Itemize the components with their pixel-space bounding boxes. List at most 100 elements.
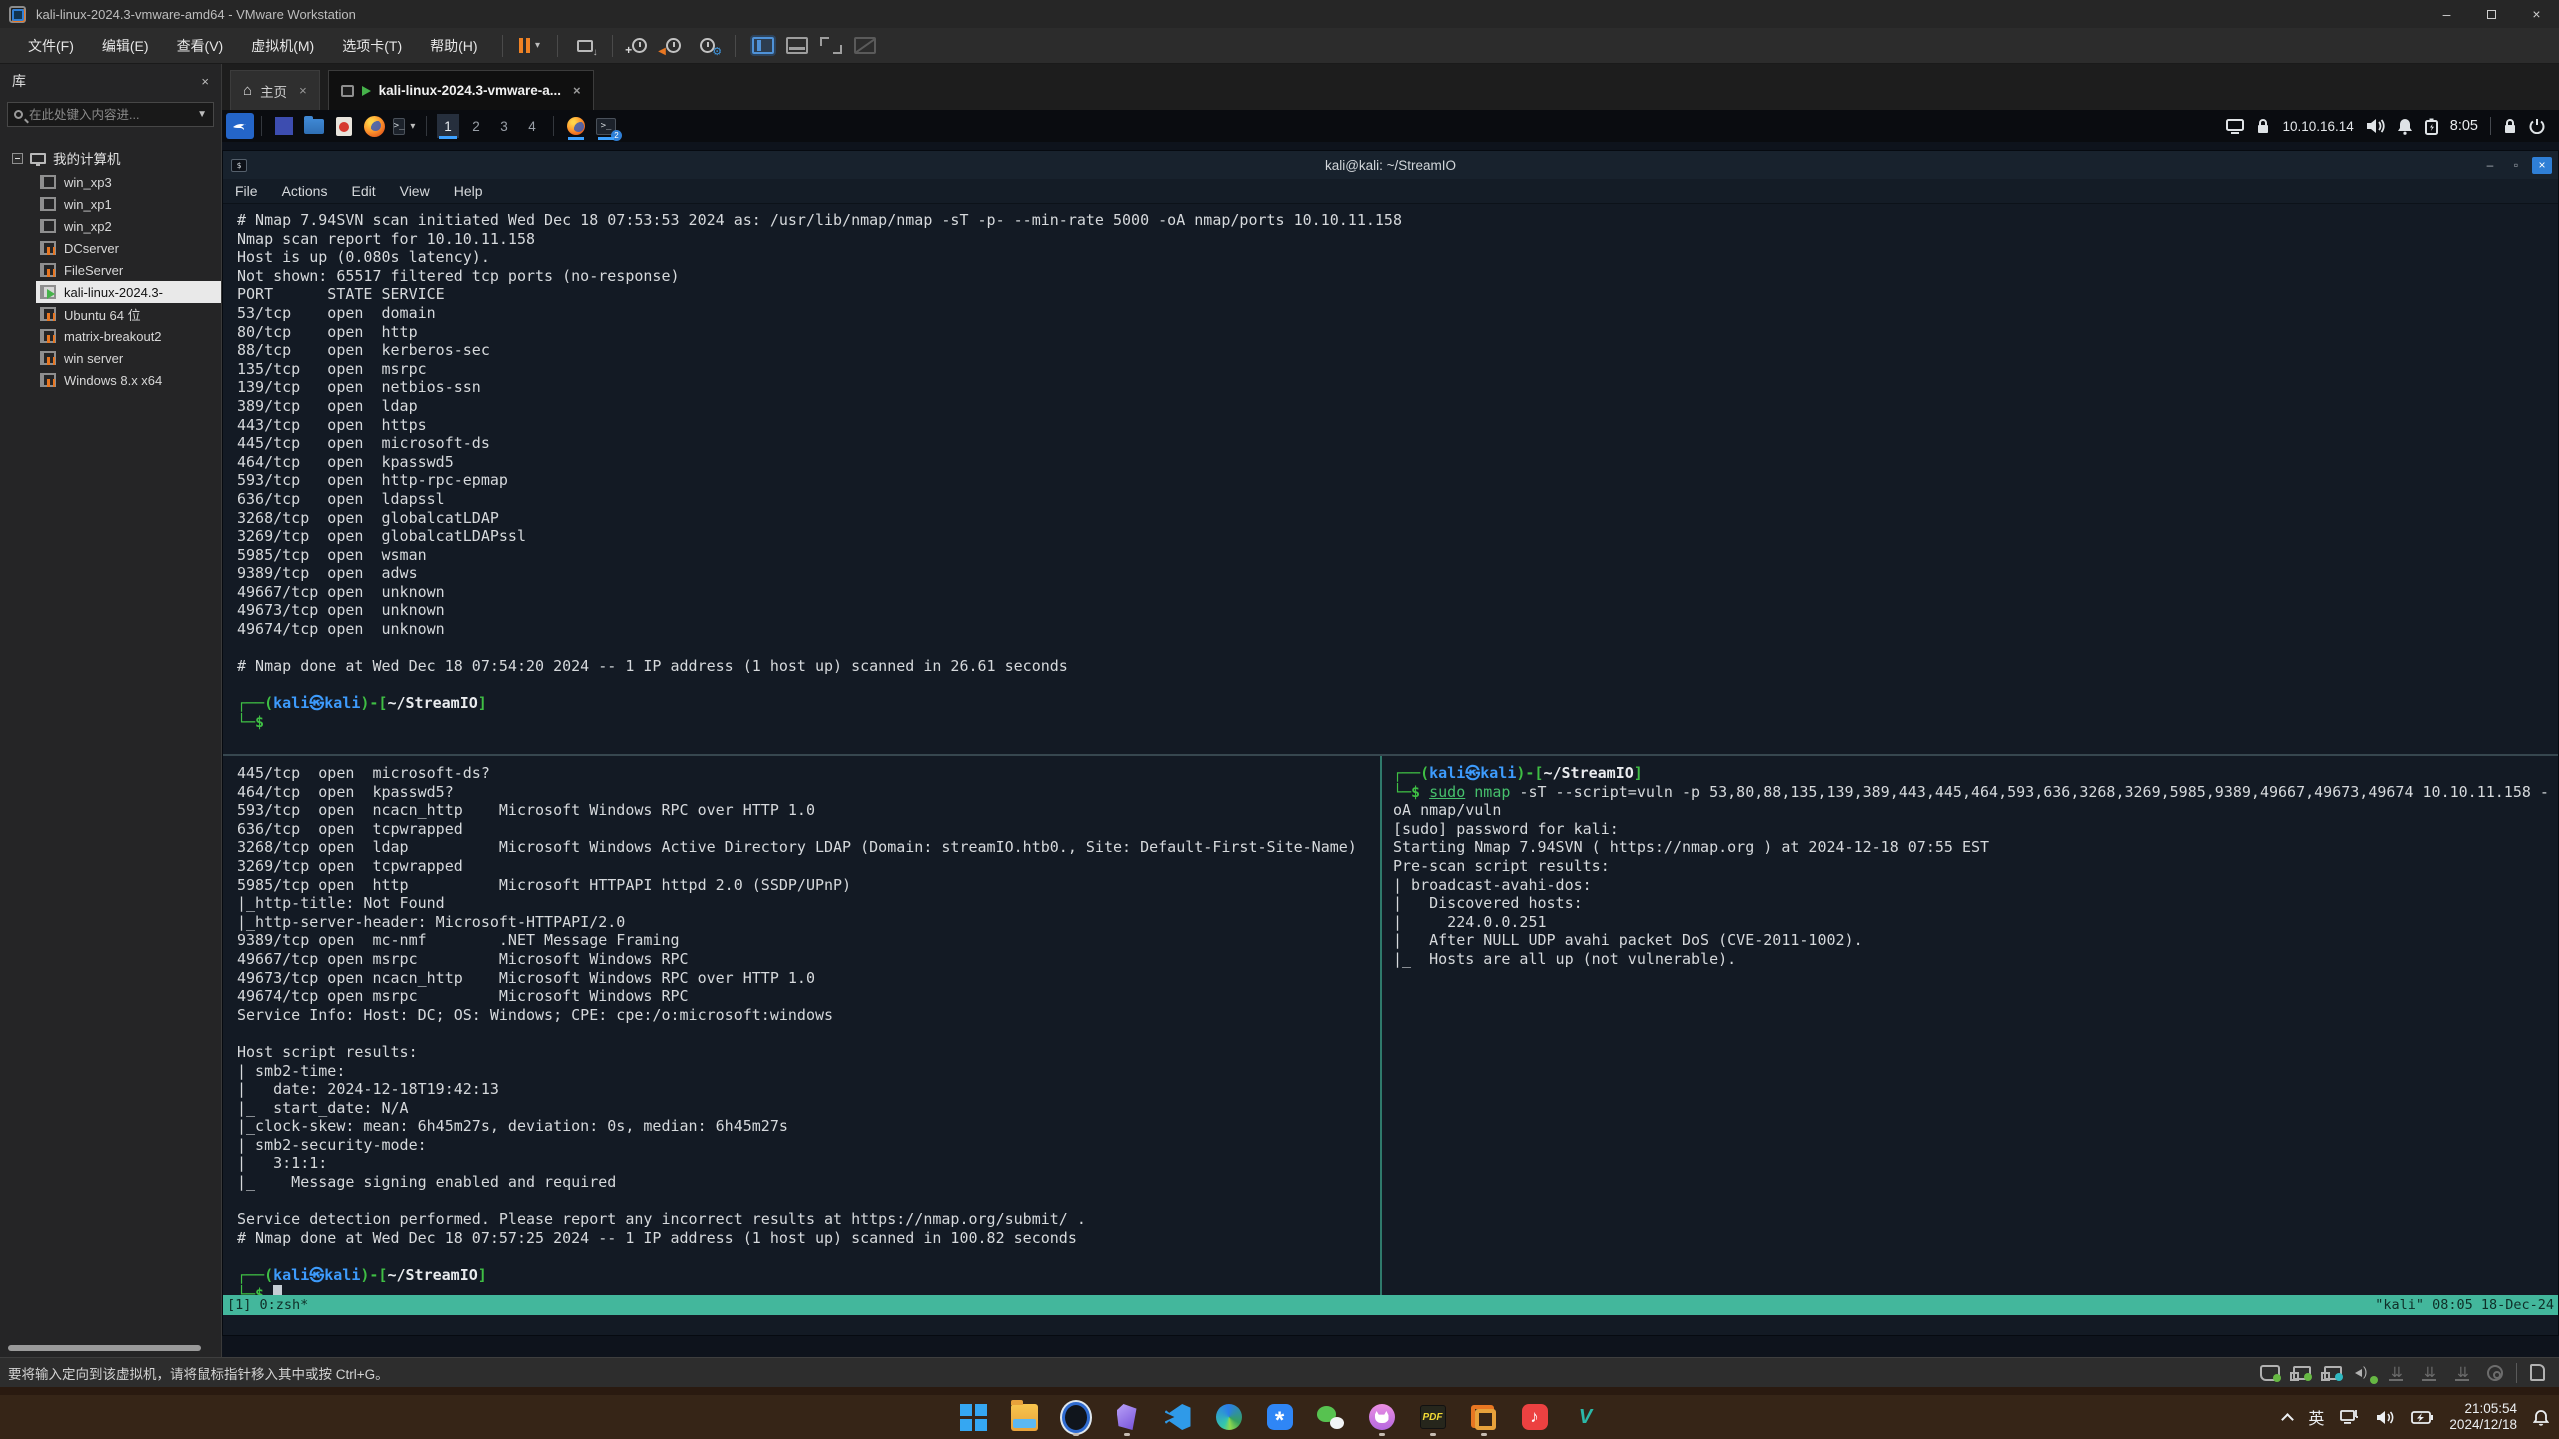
workspace-1[interactable]: 1 xyxy=(437,114,459,138)
battery-icon[interactable] xyxy=(2425,118,2438,135)
close-button[interactable]: × xyxy=(2514,0,2559,28)
app-launcher-icon[interactable] xyxy=(273,115,295,137)
vm-list-item-win_xp2[interactable]: win_xp2 xyxy=(0,215,221,237)
usb-device-icon[interactable] xyxy=(2454,1365,2474,1381)
vm-console-screen[interactable]: IIS Windows ServerKali Linux Kali Tools … xyxy=(222,110,2559,1357)
tab-close-icon[interactable]: × xyxy=(573,83,581,98)
terminal-minimize-button[interactable]: – xyxy=(2480,157,2500,174)
tree-root-my-computer[interactable]: 我的计算机 xyxy=(0,145,221,171)
file-manager-icon[interactable] xyxy=(303,115,325,137)
taskbar-firefox-window[interactable] xyxy=(565,115,587,137)
tmux-pane-top[interactable]: # Nmap 7.94SVN scan initiated Wed Dec 18… xyxy=(223,204,2558,747)
network-icon[interactable] xyxy=(2226,119,2244,134)
terminal-menu-view[interactable]: View xyxy=(400,183,430,199)
tab-home[interactable]: ⌂ 主页 × xyxy=(230,70,320,110)
pdf-reader-button[interactable]: PDF xyxy=(1418,1399,1448,1435)
vpn-ip-address[interactable]: 10.10.16.14 xyxy=(2282,119,2353,134)
tmux-pane-bottom-left[interactable]: 445/tcp open microsoft-ds?464/tcp open k… xyxy=(223,756,1379,1315)
chevron-down-icon[interactable]: ▼ xyxy=(197,109,207,120)
tray-notifications-icon[interactable] xyxy=(2533,1409,2549,1426)
cdrom-status-icon[interactable] xyxy=(2487,1365,2503,1381)
library-search[interactable]: ▼ xyxy=(7,102,214,127)
vm-list-item-Ubuntu_64__[interactable]: Ubuntu 64 位 xyxy=(0,303,221,325)
manage-snapshots-button[interactable] xyxy=(693,31,723,61)
vmware-menu-item-5[interactable]: 帮助(H) xyxy=(416,28,491,64)
vm-list-item-FileServer[interactable]: FileServer xyxy=(0,259,221,281)
usb-device-icon[interactable] xyxy=(2421,1365,2441,1381)
panel-clock[interactable]: 8:05 xyxy=(2450,118,2478,134)
unity-mode-button[interactable] xyxy=(850,31,880,61)
search-input[interactable] xyxy=(29,108,191,122)
maximize-button[interactable] xyxy=(2469,0,2514,28)
tab-kali-vm[interactable]: kali-linux-2024.3-vmware-a... × xyxy=(328,70,594,110)
vm-list-item-win_server[interactable]: win server xyxy=(0,347,221,369)
terminal-window[interactable]: $ kali@kali: ~/StreamIO – ▫ × File Action… xyxy=(222,150,2559,1336)
cat-app-button[interactable] xyxy=(1367,1399,1397,1435)
sidebar-horizontal-scrollbar[interactable] xyxy=(8,1345,201,1351)
suspend-vm-button[interactable]: ▾ xyxy=(515,31,545,61)
tray-clock[interactable]: 21:05:54 2024/12/18 xyxy=(2449,1401,2517,1433)
vm-list-item-Windows_8_x_x64[interactable]: Windows 8.x x64 xyxy=(0,369,221,391)
hard-disk-status-icon[interactable] xyxy=(2260,1365,2280,1381)
workspace-4[interactable]: 4 xyxy=(521,114,543,138)
take-snapshot-button[interactable] xyxy=(625,31,655,61)
toggle-thumbnail-bar-button[interactable] xyxy=(782,31,812,61)
workspace-3[interactable]: 3 xyxy=(493,114,515,138)
terminal-menu-actions[interactable]: Actions xyxy=(282,183,328,199)
terminal-menu-edit[interactable]: Edit xyxy=(351,183,375,199)
fullscreen-button[interactable] xyxy=(816,31,846,61)
tab-close-icon[interactable]: × xyxy=(299,83,307,98)
obsidian-button[interactable] xyxy=(1112,1399,1142,1435)
vscode-button[interactable] xyxy=(1163,1399,1193,1435)
text-editor-icon[interactable] xyxy=(333,115,355,137)
vmware-workstation-button[interactable] xyxy=(1469,1399,1499,1435)
browser-button[interactable] xyxy=(1061,1399,1091,1435)
message-log-icon[interactable] xyxy=(2530,1364,2545,1381)
network-adapter-icon[interactable] xyxy=(2293,1366,2311,1380)
edge-button[interactable] xyxy=(1214,1399,1244,1435)
tray-volume-icon[interactable] xyxy=(2376,1410,2395,1425)
workspace-2[interactable]: 2 xyxy=(465,114,487,138)
netease-music-button[interactable]: ♪ xyxy=(1520,1399,1550,1435)
vm-list-item-DCserver[interactable]: DCserver xyxy=(0,237,221,259)
chat-app-button[interactable]: * xyxy=(1265,1399,1295,1435)
input-language-indicator[interactable]: 英 xyxy=(2308,1405,2324,1429)
tray-battery-icon[interactable] xyxy=(2411,1411,2433,1424)
vmware-menu-item-3[interactable]: 虚拟机(M) xyxy=(237,28,328,64)
logout-icon[interactable] xyxy=(2529,118,2545,134)
kali-menu-button[interactable] xyxy=(226,113,254,139)
terminal-maximize-button[interactable]: ▫ xyxy=(2506,157,2526,174)
terminal-launcher-icon[interactable]: >_▾ xyxy=(393,115,415,137)
toggle-library-button[interactable] xyxy=(748,31,778,61)
start-button[interactable] xyxy=(959,1399,989,1435)
terminal-content[interactable]: # Nmap 7.94SVN scan initiated Wed Dec 18… xyxy=(223,204,2558,1315)
file-explorer-button[interactable] xyxy=(1010,1399,1040,1435)
tmux-vertical-divider[interactable] xyxy=(1380,756,1382,1315)
send-ctrl-alt-del-button[interactable] xyxy=(570,31,600,61)
taskbar-terminal-window[interactable]: >_ 2 xyxy=(595,115,617,137)
volume-icon[interactable] xyxy=(2366,118,2385,134)
vmware-menu-item-0[interactable]: 文件(F) xyxy=(14,28,88,64)
library-close-icon[interactable]: × xyxy=(201,74,209,89)
network-adapter2-icon[interactable] xyxy=(2324,1366,2342,1380)
tmux-pane-bottom-right[interactable]: ┌──(kali㉿kali)-[~/StreamIO]└─$ sudo nmap… xyxy=(1383,756,2558,1315)
vmware-menu-item-1[interactable]: 编辑(E) xyxy=(88,28,163,64)
vpn-lock-icon[interactable] xyxy=(2256,118,2270,134)
firefox-icon[interactable] xyxy=(363,115,385,137)
terminal-close-button[interactable]: × xyxy=(2532,157,2552,174)
terminal-menu-file[interactable]: File xyxy=(235,183,258,199)
vm-list-item-win_xp1[interactable]: win_xp1 xyxy=(0,193,221,215)
wechat-button[interactable] xyxy=(1316,1399,1346,1435)
tray-expand-icon[interactable] xyxy=(2282,1413,2295,1426)
terminal-menu-help[interactable]: Help xyxy=(454,183,483,199)
remote-desktop-button[interactable]: V xyxy=(1571,1399,1601,1435)
sound-status-icon[interactable] xyxy=(2355,1365,2375,1381)
vmware-menu-item-2[interactable]: 查看(V) xyxy=(163,28,238,64)
vm-list-item-matrix-breakout2[interactable]: matrix-breakout2 xyxy=(0,325,221,347)
usb-device-icon[interactable] xyxy=(2388,1365,2408,1381)
vmware-menu-item-4[interactable]: 选项卡(T) xyxy=(328,28,416,64)
vm-list-item-win_xp3[interactable]: win_xp3 xyxy=(0,171,221,193)
notifications-bell-icon[interactable] xyxy=(2397,118,2413,135)
minimize-button[interactable]: – xyxy=(2424,0,2469,28)
terminal-titlebar[interactable]: $ kali@kali: ~/StreamIO – ▫ × xyxy=(223,151,2558,179)
